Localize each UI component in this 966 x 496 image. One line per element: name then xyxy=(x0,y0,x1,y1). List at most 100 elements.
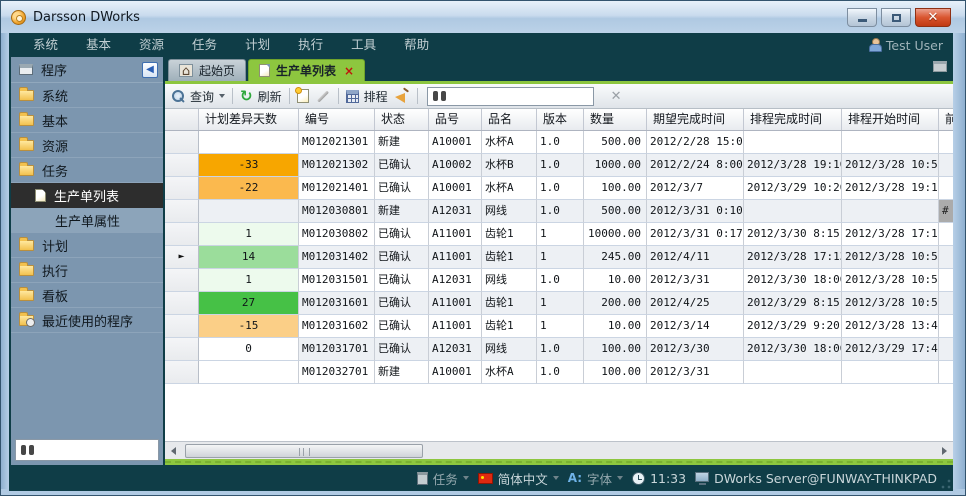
row-selector-cell[interactable] xyxy=(165,315,199,338)
row-selector-cell[interactable] xyxy=(165,361,199,384)
table-row[interactable]: 1M012031501已确认A12031网线1.010.002012/3/312… xyxy=(165,269,953,292)
row-selector-cell[interactable] xyxy=(165,200,199,223)
sidebar-item-2[interactable]: 资源 xyxy=(11,133,163,158)
new-document-icon xyxy=(297,89,309,103)
sidebar-item-label: 执行 xyxy=(42,261,68,280)
menu-item-4[interactable]: 计划 xyxy=(231,33,284,57)
column-header-0[interactable]: 计划差异天数 xyxy=(199,109,299,130)
cell-sched_end xyxy=(744,200,842,223)
schedule-button[interactable]: 排程 xyxy=(346,88,388,105)
sidebar-item-9[interactable]: 最近使用的程序 xyxy=(11,308,163,333)
column-header-8[interactable]: 排程完成时间 xyxy=(744,109,842,130)
menu-item-1[interactable]: 基本 xyxy=(72,33,125,57)
new-button[interactable] xyxy=(297,89,309,103)
cell-id: M012031501 xyxy=(299,269,375,292)
menu-bar: 系统基本资源任务计划执行工具帮助 Test User xyxy=(9,33,953,57)
cell-part_no: A11001 xyxy=(429,315,482,338)
row-selector-cell[interactable] xyxy=(165,292,199,315)
sidebar-item-3[interactable]: 任务 xyxy=(11,158,163,183)
sidebar-item-1[interactable]: 基本 xyxy=(11,108,163,133)
menu-item-7[interactable]: 帮助 xyxy=(390,33,443,57)
table-row[interactable]: -22M012021401已确认A10001水杯A1.0100.002012/3… xyxy=(165,177,953,200)
query-button[interactable]: 查询 xyxy=(172,88,225,105)
cell-id: M012031701 xyxy=(299,338,375,361)
status-font-menu[interactable]: A: 字体 xyxy=(568,469,623,488)
gear-icon xyxy=(11,10,26,25)
menu-item-6[interactable]: 工具 xyxy=(337,33,390,57)
edit-button[interactable] xyxy=(316,95,331,98)
document-list-icon[interactable] xyxy=(933,61,947,72)
sidebar-item-5[interactable]: 生产单属性 xyxy=(11,208,163,233)
horizontal-scrollbar[interactable] xyxy=(165,441,953,459)
row-selector-cell[interactable] xyxy=(165,177,199,200)
column-header-4[interactable]: 品名 xyxy=(482,109,537,130)
menu-item-0[interactable]: 系统 xyxy=(19,33,72,57)
cell-extra xyxy=(939,177,953,200)
column-header-2[interactable]: 状态 xyxy=(375,109,429,130)
app-window: Darsson DWorks ✕ 系统基本资源任务计划执行工具帮助 Test U… xyxy=(0,0,966,496)
column-header-5[interactable]: 版本 xyxy=(537,109,584,130)
chevron-down-icon xyxy=(219,94,225,98)
row-selector-cell[interactable] xyxy=(165,269,199,292)
sidebar-item-6[interactable]: 计划 xyxy=(11,233,163,258)
table-row[interactable]: -15M012031602已确认A11001齿轮1110.002012/3/14… xyxy=(165,315,953,338)
sidebar-item-7[interactable]: 执行 xyxy=(11,258,163,283)
user-indicator[interactable]: Test User xyxy=(868,38,943,53)
refresh-button[interactable]: ↻ 刷新 xyxy=(240,88,282,105)
maximize-button[interactable] xyxy=(881,8,911,27)
table-row[interactable]: M012021301新建A10001水杯A1.0500.002012/2/28 … xyxy=(165,131,953,154)
table-row[interactable]: M012032701新建A10001水杯A1.0100.002012/3/31 xyxy=(165,361,953,384)
font-icon: A: xyxy=(568,471,582,485)
row-selector-cell[interactable] xyxy=(165,338,199,361)
table-row[interactable]: 27M012031601已确认A11001齿轮11200.002012/4/25… xyxy=(165,292,953,315)
cell-sched_start xyxy=(842,200,939,223)
column-header-3[interactable]: 品号 xyxy=(429,109,482,130)
column-header-10[interactable]: 前 xyxy=(939,109,953,130)
query-label: 查询 xyxy=(190,88,214,105)
sidebar-item-8[interactable]: 看板 xyxy=(11,283,163,308)
menu-item-5[interactable]: 执行 xyxy=(284,33,337,57)
cell-version: 1.0 xyxy=(537,131,584,154)
column-header-6[interactable]: 数量 xyxy=(584,109,647,130)
cell-part_no: A12031 xyxy=(429,200,482,223)
toolbar-separator xyxy=(417,88,418,104)
sidebar-item-0[interactable]: 系统 xyxy=(11,83,163,108)
row-selector-cell[interactable] xyxy=(165,223,199,246)
status-language-menu[interactable]: 简体中文 xyxy=(478,469,559,488)
cell-diff: 1 xyxy=(199,223,299,246)
scroll-left-arrow[interactable] xyxy=(165,442,182,459)
tab-0[interactable]: ⌂起始页 xyxy=(168,59,246,81)
table-row[interactable]: ►14M012031402已确认A11001齿轮11245.002012/4/1… xyxy=(165,246,953,269)
row-selector-cell[interactable] xyxy=(165,154,199,177)
sidebar-item-4[interactable]: 生产单列表 xyxy=(11,183,163,208)
scroll-right-arrow[interactable] xyxy=(936,442,953,459)
table-row[interactable]: 0M012031701已确认A12031网线1.0100.002012/3/30… xyxy=(165,338,953,361)
clean-button[interactable] xyxy=(395,89,410,103)
folder-icon xyxy=(19,115,34,126)
table-row[interactable]: -33M012021302已确认A10002水杯B1.01000.002012/… xyxy=(165,154,953,177)
column-header-1[interactable]: 编号 xyxy=(299,109,375,130)
status-clock: 11:33 xyxy=(632,471,686,486)
collapse-sidebar-button[interactable]: ◀ xyxy=(142,62,158,78)
toolbar-search-input[interactable] xyxy=(451,89,606,103)
clear-search-icon[interactable]: ✕ xyxy=(611,90,622,103)
column-header-9[interactable]: 排程开始时间 xyxy=(842,109,939,130)
cell-status: 已确认 xyxy=(375,177,429,200)
scrollbar-thumb[interactable] xyxy=(185,444,423,458)
row-selector-cell[interactable]: ► xyxy=(165,246,199,269)
menu-item-3[interactable]: 任务 xyxy=(178,33,231,57)
row-selector-cell[interactable] xyxy=(165,131,199,154)
cell-part_name: 齿轮1 xyxy=(482,315,537,338)
cell-status: 已确认 xyxy=(375,223,429,246)
column-header-7[interactable]: 期望完成时间 xyxy=(647,109,744,130)
resize-grip-icon[interactable] xyxy=(941,479,951,489)
close-tab-icon[interactable]: × xyxy=(344,64,354,78)
menu-item-2[interactable]: 资源 xyxy=(125,33,178,57)
table-row[interactable]: M012030801新建A12031网线1.0500.002012/3/31 0… xyxy=(165,200,953,223)
row-selector-header xyxy=(165,109,199,130)
tab-1[interactable]: 生产单列表× xyxy=(248,59,365,81)
minimize-button[interactable] xyxy=(847,8,877,27)
close-button[interactable]: ✕ xyxy=(915,8,951,27)
table-row[interactable]: 1M012030802已确认A11001齿轮1110000.002012/3/3… xyxy=(165,223,953,246)
status-task-menu[interactable]: 任务 xyxy=(417,469,469,488)
